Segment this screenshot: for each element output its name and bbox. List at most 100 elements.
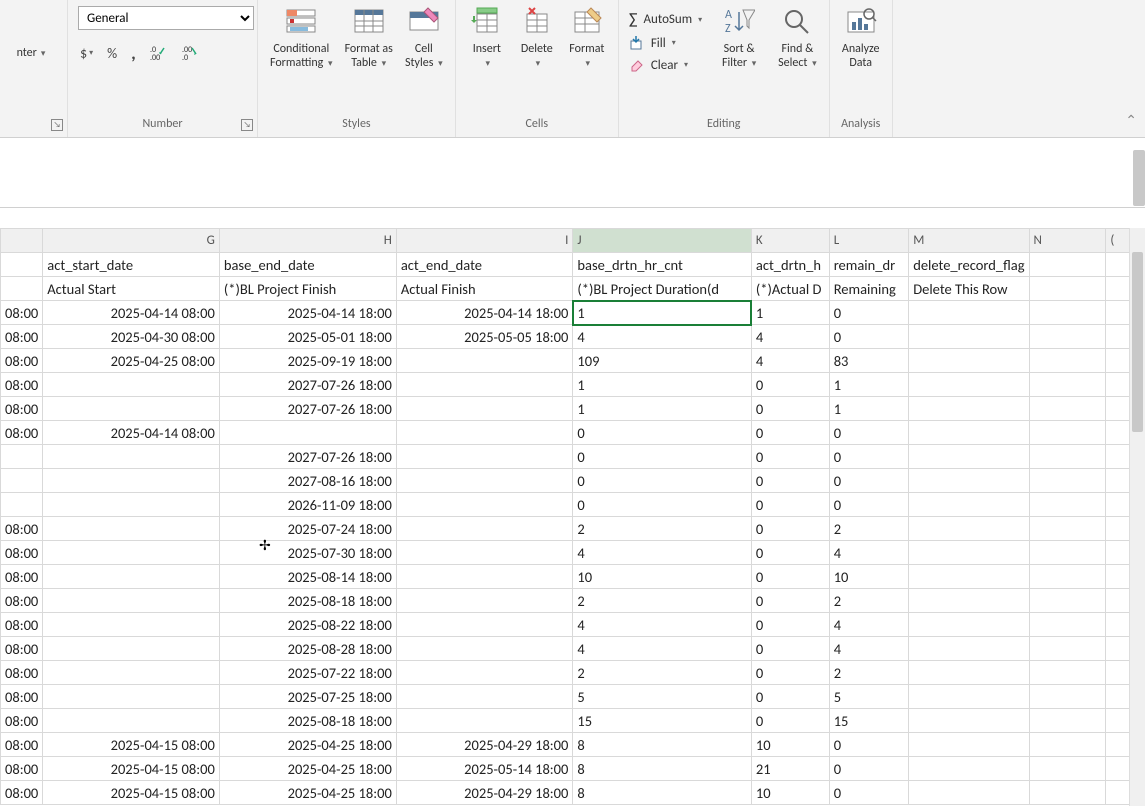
cell-J[interactable]: 4 bbox=[573, 637, 751, 661]
cell-K[interactable]: 0 bbox=[751, 637, 829, 661]
cell-N[interactable] bbox=[1029, 613, 1106, 637]
cell-I[interactable]: 2025-05-14 18:00 bbox=[396, 757, 573, 781]
cell-F[interactable]: 08:00 bbox=[1, 325, 43, 349]
cell-G[interactable] bbox=[43, 637, 220, 661]
cell-I[interactable] bbox=[396, 565, 573, 589]
cell-M[interactable] bbox=[909, 325, 1029, 349]
cell-M[interactable] bbox=[909, 613, 1029, 637]
cell-G[interactable]: 2025-04-15 08:00 bbox=[43, 733, 220, 757]
cell[interactable]: delete_record_flag bbox=[909, 253, 1029, 277]
increase-decimal-button[interactable]: .0.00 bbox=[148, 42, 170, 64]
percent-format-button[interactable]: % bbox=[105, 43, 119, 64]
cell-L[interactable]: 1 bbox=[829, 373, 909, 397]
cell-F[interactable]: 08:00 bbox=[1, 517, 43, 541]
cell-K[interactable]: 0 bbox=[751, 541, 829, 565]
cell-H[interactable]: 2025-07-30 18:00 bbox=[219, 541, 396, 565]
cell-I[interactable]: 2025-04-29 18:00 bbox=[396, 781, 573, 805]
cell-F[interactable]: 08:00 bbox=[1, 709, 43, 733]
cell-F[interactable] bbox=[1, 493, 43, 517]
cell-N[interactable] bbox=[1029, 397, 1106, 421]
comma-format-button[interactable]: , bbox=[129, 40, 138, 66]
cell-J[interactable]: 5 bbox=[573, 685, 751, 709]
cell[interactable]: Actual Finish bbox=[396, 277, 573, 301]
cell-K[interactable]: 0 bbox=[751, 445, 829, 469]
cell-L[interactable]: 10 bbox=[829, 565, 909, 589]
cell-K[interactable]: 4 bbox=[751, 349, 829, 373]
cell-J[interactable]: 109 bbox=[573, 349, 751, 373]
merge-center-button[interactable]: nter ▾ bbox=[6, 2, 56, 64]
cell[interactable] bbox=[1029, 277, 1106, 301]
cell-I[interactable] bbox=[396, 541, 573, 565]
cell-I[interactable] bbox=[396, 637, 573, 661]
cell-F[interactable]: 08:00 bbox=[1, 733, 43, 757]
cell[interactable]: Delete This Row bbox=[909, 277, 1029, 301]
conditional-formatting-button[interactable]: ConditionalFormatting ▾ bbox=[264, 2, 339, 75]
cell-K[interactable]: 0 bbox=[751, 565, 829, 589]
cell-H[interactable] bbox=[219, 421, 396, 445]
cell-G[interactable] bbox=[43, 517, 220, 541]
cell-G[interactable] bbox=[43, 685, 220, 709]
cell-G[interactable] bbox=[43, 493, 220, 517]
cell[interactable]: Actual Start bbox=[43, 277, 220, 301]
cell-H[interactable]: 2025-07-25 18:00 bbox=[219, 685, 396, 709]
cell-M[interactable] bbox=[909, 781, 1029, 805]
cell[interactable]: (*)Actual D bbox=[751, 277, 829, 301]
cell-K[interactable]: 0 bbox=[751, 685, 829, 709]
cell-M[interactable] bbox=[909, 565, 1029, 589]
cell[interactable] bbox=[1029, 253, 1106, 277]
cell-G[interactable]: 2025-04-30 08:00 bbox=[43, 325, 220, 349]
vertical-scroll-thumb[interactable] bbox=[1132, 252, 1143, 432]
cell-J[interactable]: 8 bbox=[573, 757, 751, 781]
cell-G[interactable] bbox=[43, 469, 220, 493]
cell-H[interactable]: 2025-08-28 18:00 bbox=[219, 637, 396, 661]
cell-N[interactable] bbox=[1029, 541, 1106, 565]
cell[interactable] bbox=[1, 253, 43, 277]
cell-G[interactable]: 2025-04-14 08:00 bbox=[43, 301, 220, 325]
cell-L[interactable]: 0 bbox=[829, 325, 909, 349]
cell-K[interactable]: 0 bbox=[751, 493, 829, 517]
cell-K[interactable]: 10 bbox=[751, 733, 829, 757]
cell-I[interactable] bbox=[396, 421, 573, 445]
column-header-N[interactable]: N bbox=[1029, 229, 1106, 253]
cell-G[interactable] bbox=[43, 709, 220, 733]
cell-I[interactable] bbox=[396, 517, 573, 541]
cell-F[interactable]: 08:00 bbox=[1, 301, 43, 325]
cell-I[interactable] bbox=[396, 613, 573, 637]
cell-L[interactable]: 4 bbox=[829, 541, 909, 565]
cell-I[interactable] bbox=[396, 349, 573, 373]
cell-L[interactable]: 5 bbox=[829, 685, 909, 709]
cell-L[interactable]: 0 bbox=[829, 733, 909, 757]
cell-N[interactable] bbox=[1029, 517, 1106, 541]
cell-L[interactable]: 0 bbox=[829, 421, 909, 445]
cell-K[interactable]: 0 bbox=[751, 397, 829, 421]
cell-F[interactable]: 08:00 bbox=[1, 589, 43, 613]
cell[interactable]: (*)BL Project Duration(d bbox=[573, 277, 751, 301]
cell-K[interactable]: 21 bbox=[751, 757, 829, 781]
fill-button[interactable]: Fill ▾ bbox=[629, 33, 676, 53]
cell-J[interactable]: 8 bbox=[573, 781, 751, 805]
cell-N[interactable] bbox=[1029, 373, 1106, 397]
cell-H[interactable]: 2027-07-26 18:00 bbox=[219, 445, 396, 469]
cell-N[interactable] bbox=[1029, 589, 1106, 613]
cell-H[interactable]: 2025-04-14 18:00 bbox=[219, 301, 396, 325]
number-format-select[interactable]: General bbox=[78, 6, 254, 30]
decrease-decimal-button[interactable]: .00.0 bbox=[180, 42, 202, 64]
cell-M[interactable] bbox=[909, 757, 1029, 781]
cell-L[interactable]: 83 bbox=[829, 349, 909, 373]
cell-J[interactable]: 8 bbox=[573, 733, 751, 757]
column-header-K[interactable]: K bbox=[751, 229, 829, 253]
cell-N[interactable] bbox=[1029, 709, 1106, 733]
cell-G[interactable] bbox=[43, 373, 220, 397]
cell-F[interactable]: 08:00 bbox=[1, 421, 43, 445]
cell-G[interactable]: 2025-04-15 08:00 bbox=[43, 757, 220, 781]
cell-K[interactable]: 4 bbox=[751, 325, 829, 349]
cell[interactable]: (*)BL Project Finish bbox=[219, 277, 396, 301]
cell-L[interactable]: 0 bbox=[829, 781, 909, 805]
cell-J[interactable]: 0 bbox=[573, 421, 751, 445]
cell-I[interactable] bbox=[396, 373, 573, 397]
cell-G[interactable] bbox=[43, 589, 220, 613]
cell-L[interactable]: 4 bbox=[829, 637, 909, 661]
cell-N[interactable] bbox=[1029, 301, 1106, 325]
cell-L[interactable]: 0 bbox=[829, 757, 909, 781]
cell-M[interactable] bbox=[909, 541, 1029, 565]
